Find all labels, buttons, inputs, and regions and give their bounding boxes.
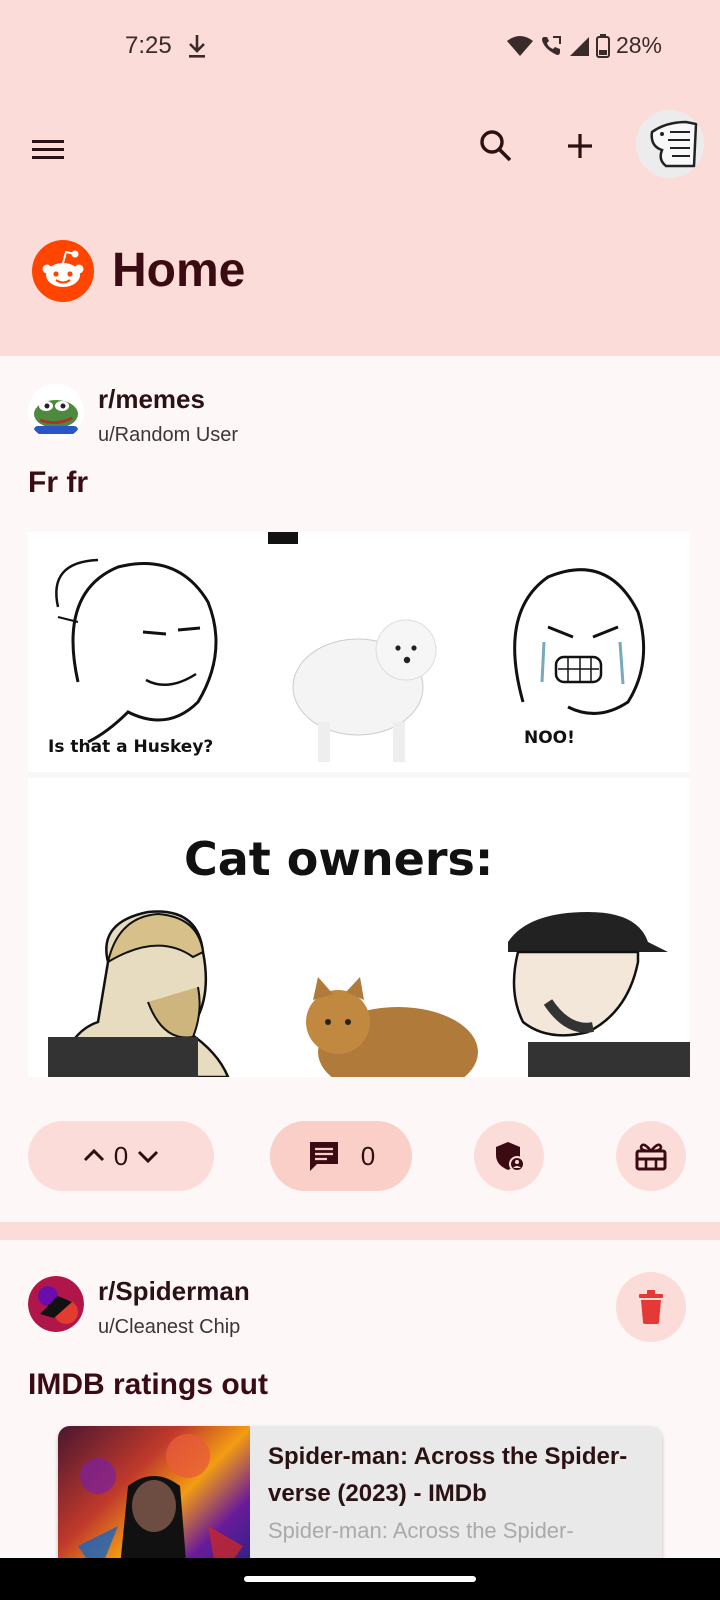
award-button[interactable] — [616, 1121, 686, 1191]
search-icon[interactable] — [476, 126, 516, 166]
comment-count: 0 — [360, 1140, 376, 1171]
spiderman-avatar-icon — [28, 1276, 84, 1332]
subreddit-avatar[interactable] — [28, 384, 84, 440]
signal-icon — [569, 36, 589, 56]
delete-button[interactable] — [616, 1272, 686, 1342]
status-bar: 7:25 28% — [0, 0, 720, 92]
avatar-icon — [650, 120, 698, 168]
status-time: 7:25 — [125, 32, 172, 59]
link-description: Spider-man: Across the Spider- — [268, 1518, 574, 1543]
reddit-snoo-icon — [42, 250, 84, 287]
call-icon — [541, 35, 561, 55]
home-gesture-handle[interactable] — [244, 1576, 476, 1582]
upvote-icon[interactable] — [80, 1142, 108, 1170]
meme-illustration — [28, 532, 690, 1077]
downvote-icon[interactable] — [134, 1142, 162, 1170]
subreddit-name[interactable]: r/Spiderman — [98, 1276, 250, 1307]
post-divider — [0, 1222, 720, 1240]
wifi-icon — [506, 35, 533, 56]
status-icons: 28% — [506, 32, 662, 59]
menu-icon[interactable] — [30, 132, 66, 168]
post-author[interactable]: u/Cleanest Chip — [98, 1316, 240, 1339]
post-card[interactable]: r/Spiderman u/Cleanest Chip IMDB ratings… — [0, 1240, 720, 1586]
battery-percent: 28% — [615, 32, 662, 58]
trash-icon — [639, 1290, 663, 1324]
battery-icon — [595, 33, 610, 58]
moderation-button[interactable] — [474, 1121, 544, 1191]
feed[interactable]: r/memes u/Random User Fr fr Is that a Hu… — [0, 356, 720, 1586]
reddit-logo — [32, 240, 94, 302]
meme-caption-left: Is that a Huskey? — [48, 737, 214, 757]
add-icon[interactable] — [560, 126, 600, 166]
system-nav-bar — [0, 1558, 720, 1600]
post-title[interactable]: Fr fr — [28, 466, 88, 500]
post-image[interactable]: Is that a Huskey? NOO! Cat owners: — [28, 532, 690, 1077]
download-icon — [189, 35, 205, 58]
app-bar: Home — [0, 92, 720, 356]
user-avatar[interactable] — [636, 110, 704, 178]
vote-count: 0 — [113, 1140, 129, 1171]
post-author[interactable]: u/Random User — [98, 424, 238, 447]
meme-caption-right: NOO! — [524, 728, 575, 748]
gift-icon — [635, 1143, 667, 1171]
page-title: Home — [112, 244, 246, 297]
shield-person-icon — [496, 1142, 525, 1172]
pepe-avatar-icon — [28, 384, 84, 440]
meme-caption-center: Cat owners: — [184, 832, 494, 886]
subreddit-avatar[interactable] — [28, 1276, 84, 1332]
comments-button[interactable]: 0 — [270, 1121, 412, 1191]
post-title[interactable]: IMDB ratings out — [28, 1368, 268, 1402]
post-card[interactable]: r/memes u/Random User Fr fr Is that a Hu… — [0, 356, 720, 1222]
link-title: Spider-man: Across the Spider-verse (202… — [268, 1443, 628, 1507]
comment-icon — [309, 1142, 338, 1171]
subreddit-name[interactable]: r/memes — [98, 384, 205, 415]
vote-pill: 0 — [28, 1121, 214, 1191]
